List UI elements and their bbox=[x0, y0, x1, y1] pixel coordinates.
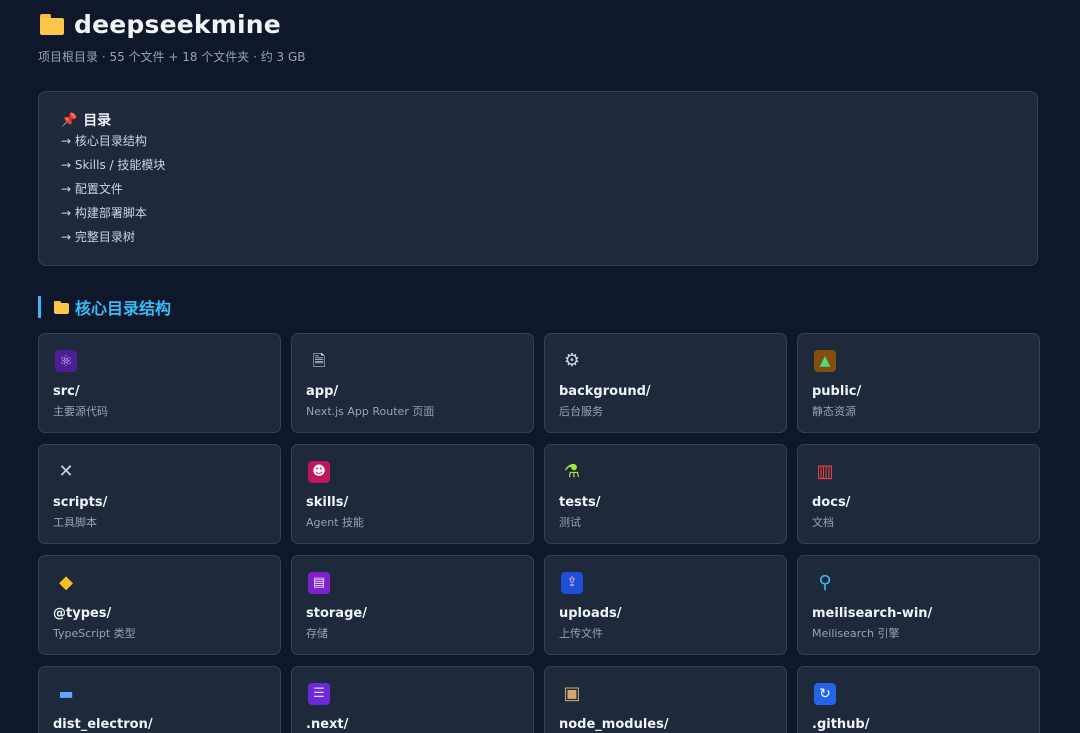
directory-description: 文档 bbox=[812, 516, 834, 529]
toc-title: 目录 bbox=[83, 113, 112, 129]
directory-card-storage[interactable]: ▤ storage/ 存储 bbox=[291, 555, 534, 655]
directory-description: 上传文件 bbox=[559, 627, 603, 640]
directory-card-background[interactable]: ⚙ background/ 后台服务 bbox=[544, 333, 787, 433]
directory-description: Agent 技能 bbox=[306, 516, 365, 529]
toc-link-skills[interactable]: → Skills / 技能模块 bbox=[61, 153, 1015, 177]
folder-icon bbox=[53, 300, 69, 314]
directory-description: Meilisearch 引擎 bbox=[812, 627, 900, 640]
magnifier-icon: ⚲ bbox=[818, 572, 832, 593]
toc-heading: 📌 目录 bbox=[61, 110, 1015, 130]
directory-description: 存储 bbox=[306, 627, 328, 640]
file-cabinet-icon: ☰ bbox=[308, 683, 330, 705]
directory-name: .next/ bbox=[306, 717, 349, 732]
page-icon: 🗎 bbox=[312, 351, 326, 370]
directory-card-uploads[interactable]: ⇪ uploads/ 上传文件 bbox=[544, 555, 787, 655]
directory-name: .github/ bbox=[812, 717, 870, 732]
directory-description: 工具脚本 bbox=[53, 516, 97, 529]
floppy-disk-icon: ▤ bbox=[308, 572, 330, 594]
directory-card-public[interactable]: ▲ public/ 静态资源 bbox=[797, 333, 1040, 433]
directory-card-meilisearch-win[interactable]: ⚲ meilisearch-win/ Meilisearch 引擎 bbox=[797, 555, 1040, 655]
directory-name: @types/ bbox=[53, 606, 112, 621]
directory-name: app/ bbox=[306, 384, 339, 399]
tools-icon: ✕ bbox=[58, 461, 74, 482]
react-atom-icon: ⚛ bbox=[55, 350, 77, 372]
outbox-tray-icon: ⇪ bbox=[561, 572, 583, 594]
directory-name: tests/ bbox=[559, 495, 601, 510]
label-tag-icon: ◆ bbox=[59, 572, 73, 593]
directory-description: 后台服务 bbox=[559, 405, 603, 418]
title-row: deepseekmine bbox=[38, 8, 306, 40]
section-title: 核心目录结构 bbox=[75, 299, 172, 318]
toc-links: → 核心目录结构 → Skills / 技能模块 → 配置文件 → 构建部署脚本… bbox=[61, 129, 1015, 249]
picture-icon: ▲ bbox=[814, 350, 836, 372]
directory-name: public/ bbox=[812, 384, 862, 399]
package-icon: ▣ bbox=[563, 683, 581, 704]
directory-card-tests[interactable]: ⚗ tests/ 测试 bbox=[544, 444, 787, 544]
folder-icon bbox=[38, 13, 64, 35]
directory-card-types[interactable]: ◆ @types/ TypeScript 类型 bbox=[38, 555, 281, 655]
refresh-arrows-icon: ↻ bbox=[814, 683, 836, 705]
directory-card-app[interactable]: 🗎 app/ Next.js App Router 页面 bbox=[291, 333, 534, 433]
directory-name: uploads/ bbox=[559, 606, 622, 621]
robot-icon: ☻ bbox=[308, 461, 330, 483]
directory-name: background/ bbox=[559, 384, 651, 399]
directory-name: src/ bbox=[53, 384, 80, 399]
directory-description: TypeScript 类型 bbox=[53, 627, 136, 640]
page-header: deepseekmine 项目根目录 · 55 个文件 + 18 个文件夹 · … bbox=[38, 8, 306, 65]
directory-card-dist-electron[interactable]: ▬ dist_electron/ bbox=[38, 666, 281, 733]
page: deepseekmine 项目根目录 · 55 个文件 + 18 个文件夹 · … bbox=[0, 0, 1080, 733]
directory-description: Next.js App Router 页面 bbox=[306, 405, 435, 418]
table-of-contents: 📌 目录 → 核心目录结构 → Skills / 技能模块 → 配置文件 → 构… bbox=[38, 91, 1038, 266]
test-tube-icon: ⚗ bbox=[563, 461, 581, 482]
gear-icon: ⚙ bbox=[563, 350, 581, 371]
directory-card-scripts[interactable]: ✕ scripts/ 工具脚本 bbox=[38, 444, 281, 544]
toc-link-full-tree[interactable]: → 完整目录树 bbox=[61, 225, 1015, 249]
directory-name: docs/ bbox=[812, 495, 851, 510]
toc-link-config[interactable]: → 配置文件 bbox=[61, 177, 1015, 201]
toc-link-build-deploy[interactable]: → 构建部署脚本 bbox=[61, 201, 1015, 225]
directory-card-src[interactable]: ⚛ src/ 主要源代码 bbox=[38, 333, 281, 433]
directory-card-next[interactable]: ☰ .next/ bbox=[291, 666, 534, 733]
directory-grid: ⚛ src/ 主要源代码 🗎 app/ Next.js App Router 页… bbox=[38, 333, 1041, 733]
directory-card-node-modules[interactable]: ▣ node_modules/ bbox=[544, 666, 787, 733]
directory-name: meilisearch-win/ bbox=[812, 606, 933, 621]
directory-card-github[interactable]: ↻ .github/ bbox=[797, 666, 1040, 733]
directory-card-docs[interactable]: ▥ docs/ 文档 bbox=[797, 444, 1040, 544]
desktop-computer-icon: ▬ bbox=[58, 684, 74, 703]
directory-card-skills[interactable]: ☻ skills/ Agent 技能 bbox=[291, 444, 534, 544]
project-summary: 项目根目录 · 55 个文件 + 18 个文件夹 · 约 3 GB bbox=[38, 50, 306, 64]
pushpin-icon: 📌 bbox=[61, 112, 78, 128]
directory-description: 静态资源 bbox=[812, 405, 856, 418]
toc-link-core-structure[interactable]: → 核心目录结构 bbox=[61, 129, 1015, 153]
directory-name: scripts/ bbox=[53, 495, 108, 510]
directory-name: storage/ bbox=[306, 606, 367, 621]
directory-description: 主要源代码 bbox=[53, 405, 108, 418]
directory-name: node_modules/ bbox=[559, 717, 669, 732]
directory-name: skills/ bbox=[306, 495, 349, 510]
directory-description: 测试 bbox=[559, 516, 581, 529]
books-icon: ▥ bbox=[816, 461, 834, 482]
section-heading: 核心目录结构 bbox=[38, 296, 171, 318]
directory-name: dist_electron/ bbox=[53, 717, 153, 732]
page-title: deepseekmine bbox=[74, 9, 281, 39]
